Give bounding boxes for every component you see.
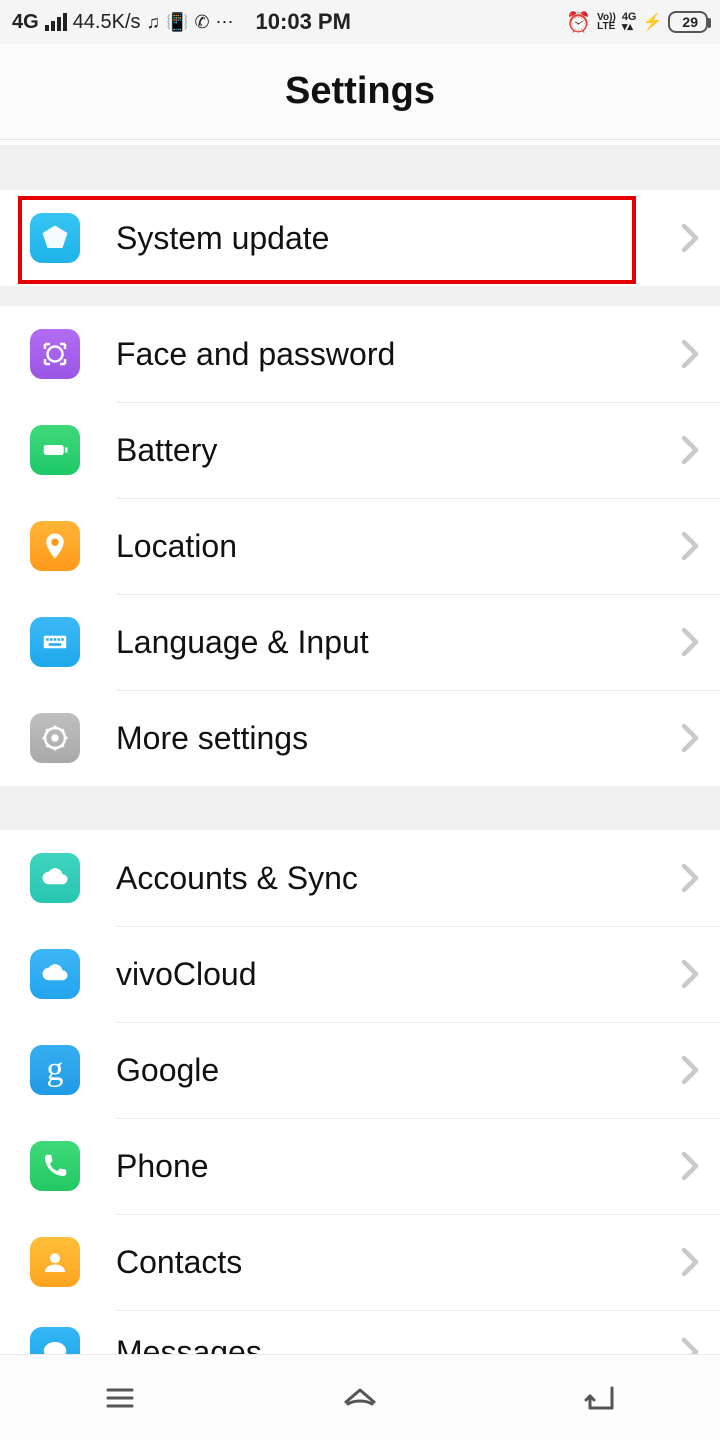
chevron-right-icon	[660, 863, 720, 893]
status-left: 4G 44.5K/s ♫ 📳 ✆ ⋯ 10:03 PM	[12, 9, 351, 35]
chevron-right-icon	[660, 1337, 720, 1354]
volte-icon: Vo))LTE	[597, 13, 616, 31]
row-vivocloud[interactable]: vivoCloud	[0, 926, 720, 1022]
gear-icon	[30, 713, 80, 763]
whatsapp-icon: ✆	[194, 12, 209, 33]
keyboard-icon	[30, 617, 80, 667]
row-label: Messages	[116, 1334, 660, 1355]
row-system-update[interactable]: System update	[0, 190, 720, 286]
group-gap	[0, 786, 720, 830]
row-location[interactable]: Location	[0, 498, 720, 594]
chevron-right-icon	[660, 1055, 720, 1085]
page-title: Settings	[285, 70, 435, 113]
status-right: ⏰ Vo))LTE 4G▾▴ ⚡ 29	[566, 10, 708, 35]
row-accounts-sync[interactable]: Accounts & Sync	[0, 830, 720, 926]
vibrate-icon: 📳	[166, 12, 188, 33]
cloud-icon	[30, 949, 80, 999]
group-gap	[0, 286, 720, 306]
chevron-right-icon	[660, 1247, 720, 1277]
status-bar: 4G 44.5K/s ♫ 📳 ✆ ⋯ 10:03 PM ⏰ Vo))LTE 4G…	[0, 0, 720, 44]
page-header: Settings	[0, 44, 720, 140]
nav-home-button[interactable]	[280, 1368, 440, 1428]
navigation-bar	[0, 1354, 720, 1440]
signal-icon	[45, 13, 67, 31]
system-update-icon	[30, 213, 80, 263]
chevron-right-icon	[660, 339, 720, 369]
messages-icon	[30, 1327, 80, 1354]
battery-level: 29	[668, 11, 708, 33]
row-messages[interactable]: Messages	[0, 1310, 720, 1354]
chevron-right-icon	[660, 959, 720, 989]
battery-icon	[30, 425, 80, 475]
chevron-right-icon	[660, 531, 720, 561]
charging-icon: ⚡	[643, 12, 663, 32]
chevron-right-icon	[660, 223, 720, 253]
network-speed: 44.5K/s	[73, 11, 141, 34]
row-more-settings[interactable]: More settings	[0, 690, 720, 786]
row-label: Phone	[116, 1148, 660, 1185]
chevron-right-icon	[660, 1151, 720, 1181]
music-icon: ♫	[147, 12, 161, 33]
network-4g-label: 4G	[12, 11, 39, 34]
group-gap	[0, 146, 720, 190]
row-label: Location	[116, 528, 660, 565]
row-label: Accounts & Sync	[116, 860, 660, 897]
nav-back-button[interactable]	[520, 1368, 680, 1428]
network2-4g-icon: 4G▾▴	[622, 12, 637, 32]
row-phone[interactable]: Phone	[0, 1118, 720, 1214]
row-label: More settings	[116, 720, 660, 757]
google-icon: g	[30, 1045, 80, 1095]
row-google[interactable]: g Google	[0, 1022, 720, 1118]
cloud-sync-icon	[30, 853, 80, 903]
nav-recents-button[interactable]	[40, 1368, 200, 1428]
phone-icon	[30, 1141, 80, 1191]
settings-list[interactable]: System update Face and password Battery …	[0, 146, 720, 1354]
chevron-right-icon	[660, 627, 720, 657]
row-label: vivoCloud	[116, 956, 660, 993]
row-label: Google	[116, 1052, 660, 1089]
location-icon	[30, 521, 80, 571]
row-label: Contacts	[116, 1244, 660, 1281]
more-notifications-icon: ⋯	[216, 12, 236, 33]
row-language-input[interactable]: Language & Input	[0, 594, 720, 690]
row-contacts[interactable]: Contacts	[0, 1214, 720, 1310]
row-label: Face and password	[116, 336, 660, 373]
row-label: System update	[116, 220, 660, 257]
alarm-icon: ⏰	[566, 10, 591, 35]
status-clock: 10:03 PM	[256, 9, 351, 35]
chevron-right-icon	[660, 435, 720, 465]
chevron-right-icon	[660, 723, 720, 753]
contacts-icon	[30, 1237, 80, 1287]
row-battery[interactable]: Battery	[0, 402, 720, 498]
row-label: Battery	[116, 432, 660, 469]
face-icon	[30, 329, 80, 379]
row-label: Language & Input	[116, 624, 660, 661]
row-face-password[interactable]: Face and password	[0, 306, 720, 402]
